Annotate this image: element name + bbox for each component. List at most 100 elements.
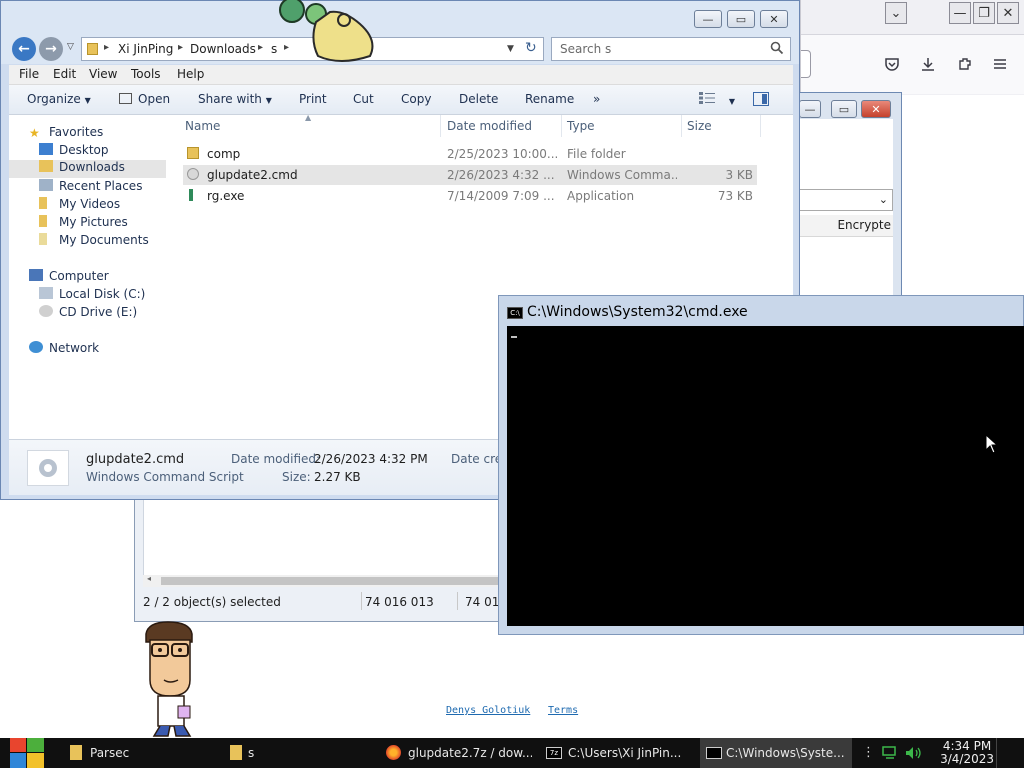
- nav-downloads[interactable]: Downloads: [9, 160, 166, 178]
- breadcrumb-separator-icon[interactable]: ▸: [258, 42, 263, 53]
- file-row-comp[interactable]: comp 2/25/2023 10:00... File folder: [183, 144, 757, 164]
- menu-tools[interactable]: Tools: [131, 67, 161, 81]
- nav-computer[interactable]: Computer: [29, 269, 109, 287]
- nav-recent-places[interactable]: Recent Places: [39, 179, 142, 197]
- dialog-column-header[interactable]: Encrypte: [799, 215, 893, 237]
- author-link[interactable]: Denys Golotiuk: [446, 705, 530, 716]
- copy-button[interactable]: Copy: [401, 92, 431, 106]
- more-commands-button[interactable]: »: [593, 92, 600, 106]
- status-divider: [361, 592, 362, 610]
- console-output[interactable]: [507, 326, 1024, 626]
- refresh-icon[interactable]: ↻: [525, 40, 537, 56]
- cut-button[interactable]: Cut: [353, 92, 374, 106]
- taskbar-item-parsec[interactable]: Parsec: [58, 738, 218, 768]
- dialog-select[interactable]: ⌄: [799, 189, 893, 211]
- column-type[interactable]: Type: [567, 119, 595, 139]
- search-input[interactable]: Search s: [560, 42, 611, 56]
- close-icon[interactable]: ✕: [997, 2, 1019, 24]
- restore-icon[interactable]: ❐: [973, 2, 995, 24]
- terms-link[interactable]: Terms: [548, 705, 578, 716]
- taskbar-item-s[interactable]: s: [218, 738, 376, 768]
- open-label: Open: [138, 92, 171, 106]
- breadcrumb-downloads[interactable]: Downloads: [190, 42, 256, 56]
- print-button[interactable]: Print: [299, 92, 327, 106]
- file-row-glupdate2[interactable]: glupdate2.cmd 2/26/2023 4:32 ... Windows…: [183, 165, 757, 185]
- share-with-button[interactable]: Share with ▼: [198, 92, 272, 106]
- menu-edit[interactable]: Edit: [53, 67, 76, 81]
- system-clock[interactable]: 4:34 PM 3/4/2023: [940, 740, 994, 766]
- overflow-menu-icon[interactable]: ⋮: [862, 745, 875, 760]
- breadcrumb-separator-icon[interactable]: ▸: [104, 42, 109, 53]
- close-button[interactable]: ✕: [861, 100, 891, 118]
- extensions-icon[interactable]: [954, 53, 976, 75]
- preview-pane-button[interactable]: [753, 92, 769, 109]
- taskbar-item-7zip[interactable]: 7z C:\Users\Xi JinPin...: [538, 738, 698, 768]
- nav-network[interactable]: Network: [29, 341, 99, 359]
- explorer-titlebar[interactable]: — ▭ ✕: [1, 1, 799, 35]
- organize-button[interactable]: Organize ▼: [27, 92, 91, 106]
- navigation-pane: ★ Favorites Desktop Downloads Recent Plac…: [9, 115, 167, 439]
- open-icon: [119, 93, 132, 104]
- column-size[interactable]: Size: [687, 119, 712, 139]
- videos-folder-icon: [39, 197, 47, 209]
- rename-button[interactable]: Rename: [525, 92, 574, 106]
- taskbar-item-firefox[interactable]: glupdate2.7z / dow...: [378, 738, 536, 768]
- column-name[interactable]: Name: [185, 119, 220, 139]
- breadcrumb-separator-icon[interactable]: ▸: [178, 42, 183, 53]
- minimize-icon[interactable]: —: [949, 2, 971, 24]
- close-button[interactable]: ✕: [760, 10, 788, 28]
- show-desktop-button[interactable]: [996, 738, 1024, 768]
- maximize-button[interactable]: ▭: [727, 10, 755, 28]
- address-dropdown-icon[interactable]: ▼: [507, 44, 514, 54]
- nav-desktop-label: Desktop: [59, 143, 109, 157]
- archive-status-bar: 2 / 2 object(s) selected 74 016 013 74 0…: [135, 591, 507, 615]
- nav-cd-drive[interactable]: CD Drive (E:): [39, 305, 137, 323]
- recent-pages-chevron-icon[interactable]: ▽: [67, 42, 74, 52]
- forward-button[interactable]: →: [39, 37, 63, 61]
- horizontal-scrollbar[interactable]: ◂: [143, 574, 503, 587]
- nav-my-videos[interactable]: My Videos: [39, 197, 120, 215]
- total-size: 74 016 013: [365, 595, 434, 609]
- minimize-button[interactable]: —: [694, 10, 722, 28]
- column-divider[interactable]: [440, 115, 441, 137]
- scrollbar-thumb[interactable]: [161, 577, 503, 585]
- column-divider[interactable]: [760, 115, 761, 137]
- breadcrumb-user[interactable]: Xi JinPing: [118, 42, 173, 56]
- back-button[interactable]: ←: [12, 37, 36, 61]
- menu-icon[interactable]: [989, 53, 1011, 75]
- open-button[interactable]: Open: [119, 92, 170, 106]
- taskbar-item-cmd[interactable]: C:\Windows\Syste...: [700, 738, 852, 768]
- chevron-down-icon[interactable]: ⌄: [885, 2, 907, 24]
- address-bar-edge[interactable]: [801, 50, 811, 78]
- view-options-button[interactable]: ▼: [699, 92, 735, 107]
- file-row-rg[interactable]: rg.exe 7/14/2009 7:09 ... Application 73…: [183, 186, 757, 206]
- column-date-modified[interactable]: Date modified: [447, 119, 532, 139]
- cmd-icon: [706, 747, 722, 759]
- taskbar-item-label: C:\Users\Xi JinPin...: [568, 746, 682, 760]
- nav-my-pictures[interactable]: My Pictures: [39, 215, 128, 233]
- menu-view[interactable]: View: [89, 67, 117, 81]
- documents-folder-icon: [39, 233, 47, 245]
- chevron-down-icon: ▼: [728, 97, 735, 106]
- search-icon[interactable]: [770, 41, 784, 58]
- maximize-button[interactable]: ▭: [831, 100, 857, 118]
- nav-favorites[interactable]: ★ Favorites: [29, 125, 103, 143]
- menu-file[interactable]: File: [19, 67, 39, 81]
- column-divider[interactable]: [561, 115, 562, 137]
- delete-button[interactable]: Delete: [459, 92, 498, 106]
- view-list-icon: [699, 92, 715, 104]
- start-button[interactable]: [0, 738, 52, 768]
- cmd-window-title[interactable]: C:\Windows\System32\cmd.exe: [527, 304, 748, 320]
- minimize-button[interactable]: —: [799, 100, 821, 118]
- volume-icon[interactable]: [905, 746, 923, 763]
- network-tray-icon[interactable]: [882, 746, 900, 763]
- scroll-left-icon[interactable]: ◂: [147, 574, 151, 583]
- search-box[interactable]: Search s: [551, 37, 791, 61]
- pocket-icon[interactable]: [881, 53, 903, 75]
- download-icon[interactable]: [917, 53, 939, 75]
- menu-help[interactable]: Help: [177, 67, 204, 81]
- nav-desktop[interactable]: Desktop: [39, 143, 109, 161]
- column-divider[interactable]: [681, 115, 682, 137]
- nav-my-documents[interactable]: My Documents: [39, 233, 149, 251]
- nav-local-disk[interactable]: Local Disk (C:): [39, 287, 145, 305]
